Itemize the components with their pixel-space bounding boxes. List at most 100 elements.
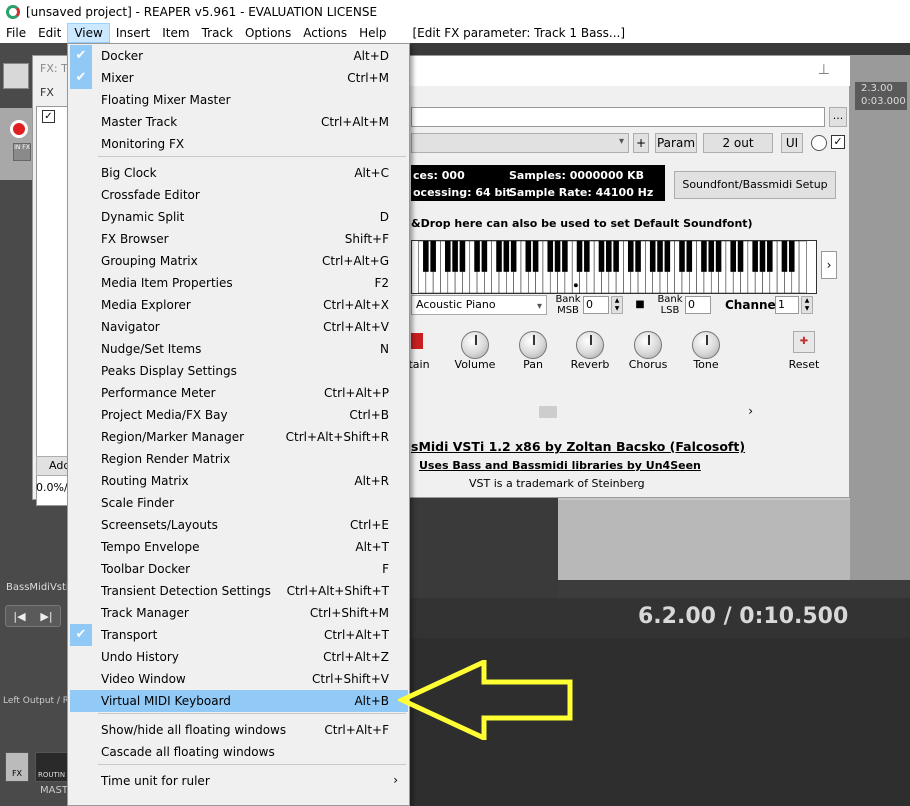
view-menu-item-nudge-set-items[interactable]: Nudge/Set Items N	[70, 338, 408, 360]
bypass-checkbox[interactable]: ✓	[831, 135, 845, 149]
black-key[interactable]	[708, 241, 715, 272]
view-menu-item-transient-detection-settings[interactable]: Transient Detection Settings Ctrl+Alt+Shi…	[70, 580, 408, 602]
black-key[interactable]	[503, 241, 510, 272]
black-key[interactable]	[664, 241, 671, 272]
view-menu-item-region-render-matrix[interactable]: Region Render Matrix	[70, 448, 408, 470]
view-menu-item-performance-meter[interactable]: Performance Meter Ctrl+Alt+P	[70, 382, 408, 404]
menu-file[interactable]: File	[0, 23, 32, 43]
view-menu-item-video-window[interactable]: Video Window Ctrl+Shift+V	[70, 668, 408, 690]
view-menu-item-show-hide-all-floating-windows[interactable]: Show/hide all floating windows Ctrl+Alt+F	[70, 719, 408, 741]
view-menu-item-media-explorer[interactable]: Media Explorer Ctrl+Alt+X	[70, 294, 408, 316]
black-key[interactable]	[532, 241, 539, 272]
black-key[interactable]	[496, 241, 502, 272]
param-button[interactable]: Param	[655, 133, 697, 153]
wet-knob[interactable]	[811, 135, 827, 151]
view-menu-item-toolbar-docker[interactable]: Toolbar Docker F	[70, 558, 408, 580]
view-menu-item-cascade-all-floating-windows[interactable]: Cascade all floating windows	[70, 741, 408, 763]
keyboard-scroll-right-button[interactable]: ›	[821, 251, 837, 279]
credit-link[interactable]: sMidi VSTi 1.2 x86 by Zoltan Bacsko (Fal…	[411, 439, 745, 454]
next-icon[interactable]: ▶|	[40, 610, 52, 623]
black-key[interactable]	[452, 241, 458, 272]
menu-view[interactable]: View	[67, 23, 110, 43]
view-menu-item-monitoring-fx[interactable]: Monitoring FX	[70, 133, 408, 155]
reverb-knob[interactable]	[576, 331, 604, 359]
view-menu-item-docker[interactable]: ✔ Docker Alt+D	[70, 45, 408, 67]
view-menu-item-tempo-envelope[interactable]: Tempo Envelope Alt+T	[70, 536, 408, 558]
black-key[interactable]	[635, 241, 641, 272]
black-key[interactable]	[525, 241, 532, 272]
view-menu-item-transport[interactable]: ✔ Transport Ctrl+Alt+T	[70, 624, 408, 646]
view-menu-item-master-track[interactable]: Master Track Ctrl+Alt+M	[70, 111, 408, 133]
preset-dropdown[interactable]: ▾	[411, 133, 629, 153]
white-key[interactable]	[798, 241, 807, 293]
view-menu-item-mixer[interactable]: ✔ Mixer Ctrl+M	[70, 67, 408, 89]
view-menu-item-virtual-midi-keyboard[interactable]: Virtual MIDI Keyboard Alt+B	[70, 690, 408, 712]
black-key[interactable]	[474, 241, 480, 272]
menu-track[interactable]: Track	[196, 23, 239, 43]
arrange-hscrollbar[interactable]	[558, 580, 910, 598]
time-display[interactable]: 6.2.00 / 0:10.500	[638, 604, 848, 629]
view-menu-item-peaks-display-settings[interactable]: Peaks Display Settings	[70, 360, 408, 382]
black-key[interactable]	[584, 241, 590, 272]
bank-msb-spinner[interactable]: ▲ ▼	[611, 296, 623, 314]
fx-menu-label[interactable]: FX	[40, 86, 54, 99]
reset-button[interactable]: ✚	[793, 331, 815, 353]
vst-titlebar[interactable]: ⊥	[409, 56, 850, 86]
pan-knob[interactable]	[519, 331, 547, 359]
view-menu-item-dynamic-split[interactable]: Dynamic Split D	[70, 206, 408, 228]
view-menu-item-fx-browser[interactable]: FX Browser Shift+F	[70, 228, 408, 250]
menu-actions[interactable]: Actions	[297, 23, 353, 43]
bass-credit-link[interactable]: Uses Bass and Bassmidi libraries by Un4S…	[419, 459, 701, 472]
black-key[interactable]	[627, 241, 634, 272]
view-menu-item-region-marker-manager[interactable]: Region/Marker Manager Ctrl+Alt+Shift+R	[70, 426, 408, 448]
new-track-button[interactable]	[3, 63, 29, 89]
transport-prev-next[interactable]: |◀ ▶|	[5, 605, 61, 627]
scroll-thumb[interactable]	[539, 406, 557, 418]
preset-name-field[interactable]	[411, 107, 825, 127]
menu-insert[interactable]: Insert	[110, 23, 156, 43]
black-key[interactable]	[423, 241, 429, 272]
add-preset-button[interactable]: +	[633, 133, 649, 153]
black-key[interactable]	[715, 241, 722, 272]
menu-edit[interactable]: Edit	[32, 23, 67, 43]
pin-icon[interactable]: ⊥	[818, 62, 830, 78]
black-key[interactable]	[606, 241, 612, 272]
piano-keyboard[interactable]	[411, 240, 817, 294]
master-fx-button[interactable]: FX	[5, 752, 29, 782]
prev-icon[interactable]: |◀	[13, 610, 25, 623]
input-fx-button[interactable]: IN FX	[13, 143, 31, 161]
ui-button[interactable]: UI	[781, 133, 803, 153]
black-key[interactable]	[737, 241, 744, 272]
black-key[interactable]	[459, 241, 466, 272]
black-key[interactable]	[686, 241, 693, 272]
preset-menu-button[interactable]: ...	[829, 107, 847, 127]
black-key[interactable]	[788, 241, 795, 272]
black-key[interactable]	[657, 241, 663, 272]
menu-help[interactable]: Help	[353, 23, 392, 43]
black-key[interactable]	[767, 241, 773, 272]
view-menu-item-routing-matrix[interactable]: Routing Matrix Alt+R	[70, 470, 408, 492]
view-menu-item-undo-history[interactable]: Undo History Ctrl+Alt+Z	[70, 646, 408, 668]
black-key[interactable]	[562, 241, 568, 272]
black-key[interactable]	[554, 241, 561, 272]
black-key[interactable]	[759, 241, 766, 272]
black-key[interactable]	[752, 241, 758, 272]
black-key[interactable]	[510, 241, 517, 272]
chorus-knob[interactable]	[634, 331, 662, 359]
view-menu-item-floating-mixer-master[interactable]: Floating Mixer Master	[70, 89, 408, 111]
view-menu-item-project-media-fx-bay[interactable]: Project Media/FX Bay Ctrl+B	[70, 404, 408, 426]
black-key[interactable]	[576, 241, 583, 272]
routing-button[interactable]: ROUTIN	[35, 752, 71, 782]
black-key[interactable]	[649, 241, 656, 272]
view-menu-item-media-item-properties[interactable]: Media Item Properties F2	[70, 272, 408, 294]
bank-msb-input[interactable]: 0	[583, 296, 609, 314]
channel-input[interactable]: 1	[775, 296, 799, 314]
view-menu-item-time-unit-for-ruler[interactable]: Time unit for ruler ›	[70, 770, 408, 792]
instrument-select[interactable]: Acoustic Piano ▾	[411, 295, 547, 315]
view-menu-item-grouping-matrix[interactable]: Grouping Matrix Ctrl+Alt+G	[70, 250, 408, 272]
sustain-indicator[interactable]	[411, 333, 423, 349]
menu-options[interactable]: Options	[239, 23, 297, 43]
view-menu-item-crossfade-editor[interactable]: Crossfade Editor	[70, 184, 408, 206]
menu-item[interactable]: Item	[156, 23, 195, 43]
black-key[interactable]	[730, 241, 736, 272]
